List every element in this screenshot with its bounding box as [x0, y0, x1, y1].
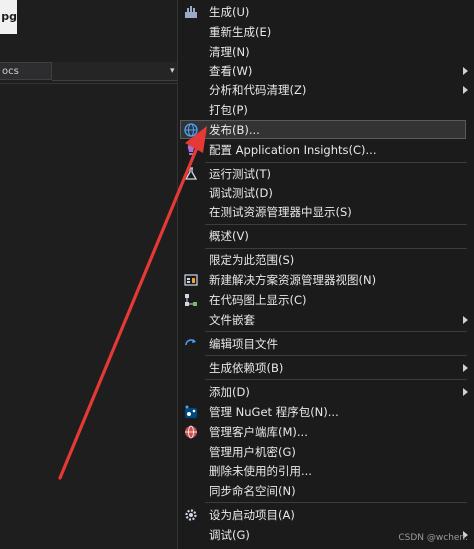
menu-item-label: 概述(V): [209, 229, 249, 243]
insights-icon: [184, 143, 198, 157]
menu-separator: [205, 379, 467, 380]
menu-item-debug-tests[interactable]: 调试测试(D): [178, 183, 474, 203]
pane-divider: [0, 83, 178, 84]
menu-item-show-in-test-explorer[interactable]: 在测试资源管理器中显示(S): [178, 202, 474, 222]
menu-item-manage-nuget[interactable]: 管理 NuGet 程序包(N)...: [178, 402, 474, 422]
docs-label: ocs: [2, 66, 19, 77]
menu-item-label: 删除未使用的引用...: [209, 464, 312, 478]
menu-item-run-tests[interactable]: 运行测试(T): [178, 164, 474, 184]
menu-separator: [205, 162, 467, 163]
menu-item-clean[interactable]: 清理(N): [178, 42, 474, 62]
menu-item-label: 添加(D): [209, 385, 250, 399]
menu-item-label: 打包(P): [209, 103, 248, 117]
menu-item-label: 生成(U): [209, 5, 250, 19]
submenu-arrow-icon: [463, 316, 468, 324]
edit-arrow-icon: [184, 337, 198, 351]
menu-item-app-insights[interactable]: 配置 Application Insights(C)...: [178, 140, 474, 160]
menu-separator: [205, 224, 467, 225]
menu-item-label: 新建解决方案资源管理器视图(N): [209, 273, 377, 287]
menu-item-build[interactable]: 生成(U): [178, 2, 474, 22]
solution-explorer-pane: pg ocs ▾: [0, 0, 178, 549]
menu-item-label: 在测试资源管理器中显示(S): [209, 205, 352, 219]
menu-item-rebuild[interactable]: 重新生成(E): [178, 22, 474, 42]
build-icon: [184, 5, 198, 19]
menu-separator: [205, 248, 467, 249]
menu-item-label: 文件嵌套: [209, 313, 255, 327]
menu-item-label: 重新生成(E): [209, 25, 272, 39]
menu-item-scope-to-this[interactable]: 限定为此范围(S): [178, 250, 474, 270]
menu-item-label: 管理客户端库(M)...: [209, 425, 308, 439]
menu-item-label: 配置 Application Insights(C)...: [209, 143, 377, 157]
menu-item-label: 查看(W): [209, 64, 253, 78]
test-flask-icon: [184, 167, 198, 181]
menu-item-manage-user-secrets[interactable]: 管理用户机密(G): [178, 442, 474, 462]
menu-item-add[interactable]: 添加(D): [178, 382, 474, 402]
menu-item-remove-unused-references[interactable]: 删除未使用的引用...: [178, 461, 474, 481]
code-map-icon: [184, 293, 198, 307]
menu-item-analyze[interactable]: 分析和代码清理(Z): [178, 80, 474, 100]
menu-item-sync-namespaces[interactable]: 同步命名空间(N): [178, 481, 474, 501]
menu-item-label: 清理(N): [209, 45, 250, 59]
menu-item-new-explorer-view[interactable]: 新建解决方案资源管理器视图(N): [178, 270, 474, 290]
menu-item-show-on-code-map[interactable]: 在代码图上显示(C): [178, 290, 474, 310]
menu-item-label: 管理用户机密(G): [209, 445, 296, 459]
menu-item-manage-client-libraries[interactable]: 管理客户端库(M)...: [178, 422, 474, 442]
submenu-arrow-icon: [463, 67, 468, 75]
menu-item-label: 运行测试(T): [209, 167, 271, 181]
menu-separator: [205, 355, 467, 356]
menu-separator: [205, 502, 467, 503]
menu-item-label: 生成依赖项(B): [209, 361, 284, 375]
menu-item-view[interactable]: 查看(W): [178, 61, 474, 81]
publish-globe-icon: [184, 123, 198, 137]
document-tab[interactable]: pg: [0, 0, 17, 34]
document-tab-label: pg: [1, 10, 17, 23]
menu-item-label: 设为启动项目(A): [209, 508, 295, 522]
nuget-icon: [184, 405, 198, 419]
menu-item-file-nesting[interactable]: 文件嵌套: [178, 310, 474, 330]
menu-item-overview[interactable]: 概述(V): [178, 226, 474, 246]
new-view-icon: [184, 273, 198, 287]
gear-icon: [184, 508, 198, 522]
menu-item-pack[interactable]: 打包(P): [178, 100, 474, 120]
client-library-icon: [184, 425, 198, 439]
menu-item-label: 调试测试(D): [209, 186, 273, 200]
menu-item-set-as-startup[interactable]: 设为启动项目(A): [178, 505, 474, 525]
menu-item-label: 调试(G): [209, 528, 250, 542]
menu-separator: [205, 331, 467, 332]
menu-item-label: 分析和代码清理(Z): [209, 83, 307, 97]
menu-item-label: 编辑项目文件: [209, 337, 278, 351]
menu-item-label: 限定为此范围(S): [209, 253, 295, 267]
menu-item-label: 同步命名空间(N): [209, 484, 296, 498]
submenu-arrow-icon: [463, 364, 468, 372]
menu-item-build-dependencies[interactable]: 生成依赖项(B): [178, 358, 474, 378]
menu-item-label: 在代码图上显示(C): [209, 293, 307, 307]
submenu-arrow-icon: [463, 388, 468, 396]
menu-item-label: 发布(B)...: [209, 123, 260, 137]
menu-item-label: 管理 NuGet 程序包(N)...: [209, 405, 339, 419]
menu-item-publish[interactable]: 发布(B)...: [178, 120, 474, 140]
project-context-menu: 生成(U) 重新生成(E) 清理(N) 查看(W) 分析和代码清理(Z) 打包(…: [177, 0, 474, 549]
docs-strip-filler: [52, 62, 178, 81]
watermark: CSDN @wchen.: [398, 533, 468, 543]
docs-strip[interactable]: ocs: [0, 62, 52, 80]
submenu-arrow-icon: [463, 86, 468, 94]
menu-item-edit-project-file[interactable]: 编辑项目文件: [178, 334, 474, 354]
